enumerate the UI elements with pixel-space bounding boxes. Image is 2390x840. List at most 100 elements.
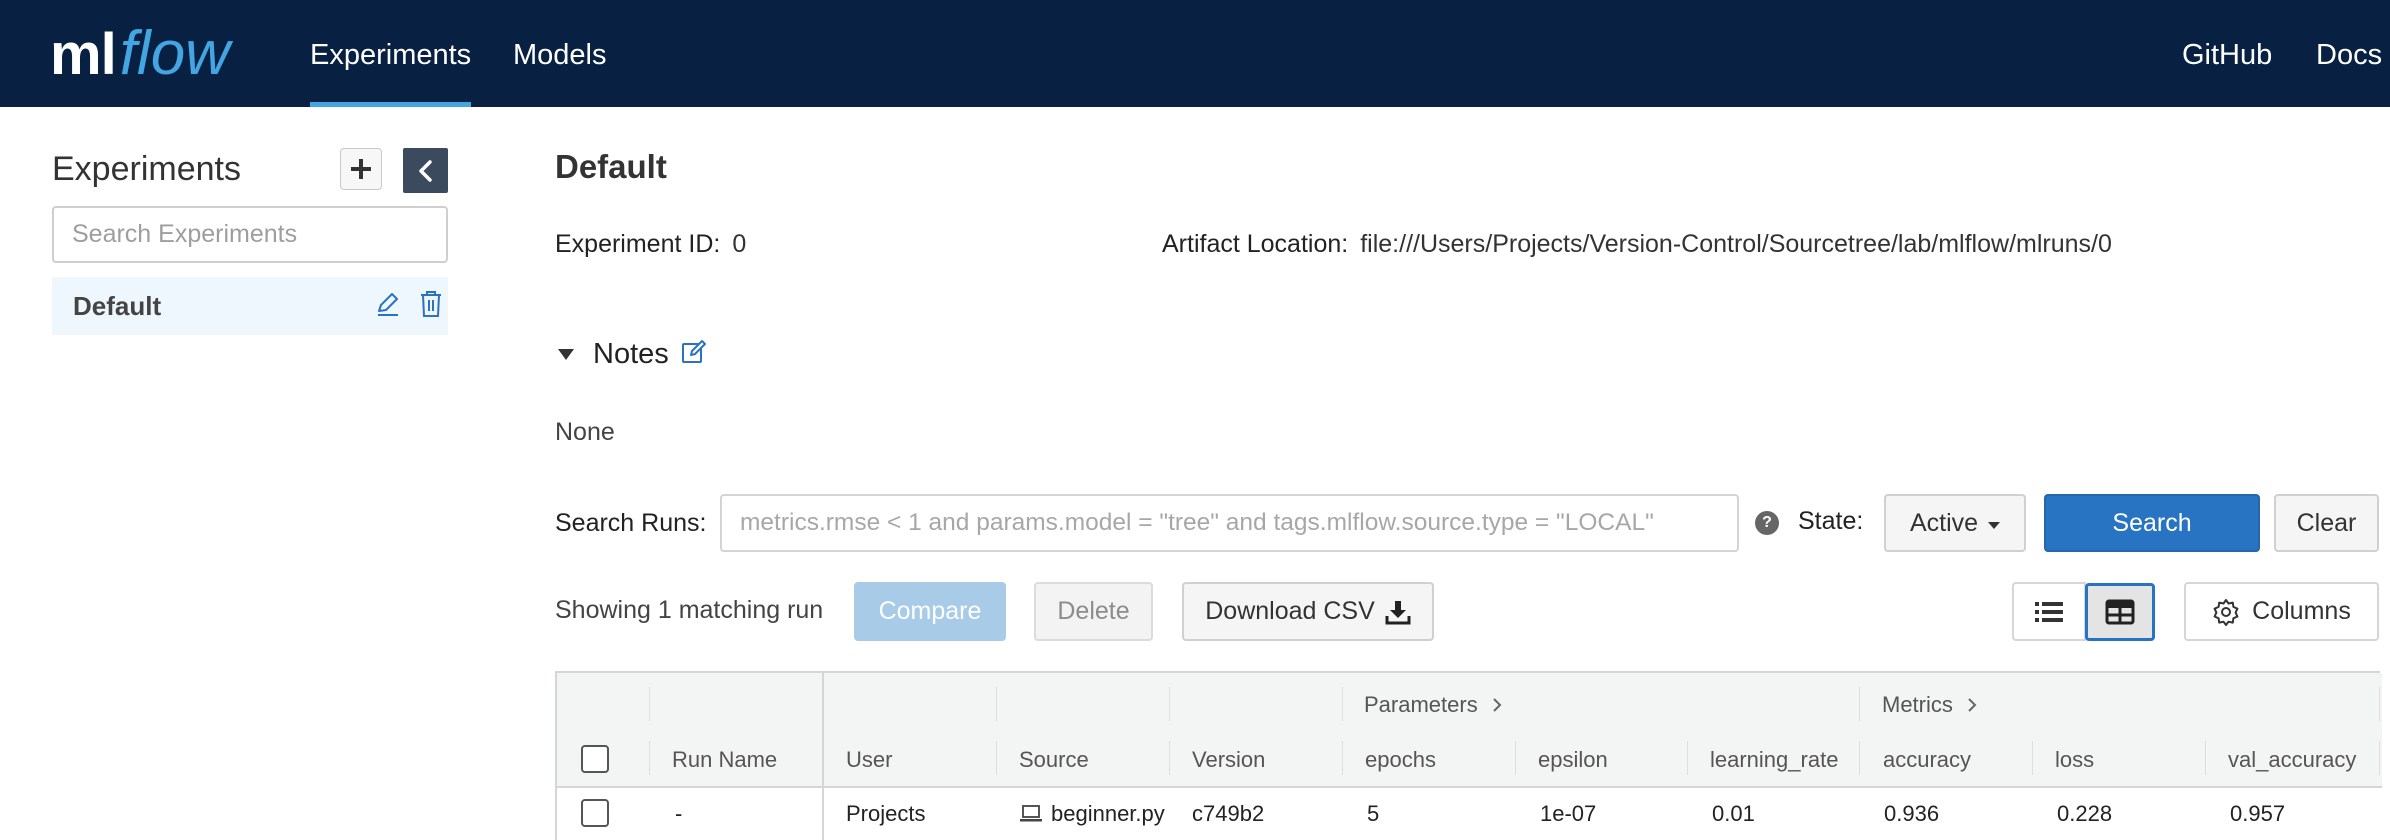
artifact-location: Artifact Location: file:///Users/Projects…: [1162, 230, 2112, 259]
search-experiments-input[interactable]: [52, 206, 448, 263]
table-header: [557, 673, 2382, 788]
nav-experiments[interactable]: Experiments: [310, 0, 472, 107]
experiment-id: Experiment ID: 0: [555, 230, 746, 259]
nav-github[interactable]: GitHub: [2182, 0, 2272, 107]
cell-val-accuracy: 0.957: [2230, 801, 2286, 826]
chevron-left-icon: [418, 159, 432, 182]
delete-button[interactable]: Delete: [1034, 582, 1153, 641]
column-header-val-accuracy[interactable]: val_accuracy: [2228, 747, 2356, 773]
chevron-right-icon: [1493, 698, 1502, 712]
parameters-group-header[interactable]: Parameters: [1364, 692, 1502, 718]
list-icon: [2035, 601, 2063, 622]
column-header-epsilon[interactable]: epsilon: [1538, 747, 1608, 773]
search-runs-label: Search Runs:: [555, 509, 707, 537]
download-icon: [1385, 600, 1411, 624]
cell-source-label: beginner.py: [1051, 801, 1165, 826]
column-divider: [996, 741, 997, 775]
nav-docs[interactable]: Docs: [2316, 0, 2382, 107]
column-divider: [2379, 741, 2380, 775]
download-csv-label: Download CSV: [1205, 597, 1375, 625]
runs-table: Parameters Metrics Run Name User Source …: [555, 671, 2382, 840]
cell-loss: 0.228: [2057, 801, 2113, 826]
column-divider: [649, 741, 650, 775]
page-title: Default: [555, 148, 667, 185]
metrics-group-header[interactable]: Metrics: [1882, 692, 1977, 718]
collapse-sidebar-button[interactable]: [403, 148, 448, 193]
column-header-learning-rate[interactable]: learning_rate: [1710, 747, 1838, 773]
notes-toggle[interactable]: Notes: [558, 338, 707, 371]
list-view-button[interactable]: [2012, 582, 2086, 641]
matching-runs-count: Showing 1 matching run: [555, 596, 824, 624]
clear-button[interactable]: Clear: [2274, 494, 2379, 552]
compare-button[interactable]: Compare: [854, 582, 1006, 641]
column-header-source[interactable]: Source: [1019, 747, 1089, 773]
delete-experiment-icon[interactable]: [419, 290, 443, 323]
column-divider: [1687, 741, 1688, 775]
logo-ml-text: ml: [50, 22, 117, 87]
caret-down-icon: [558, 349, 574, 360]
add-experiment-button[interactable]: [340, 148, 382, 190]
column-divider: [1859, 741, 1860, 775]
notes-label: Notes: [593, 338, 669, 370]
table-view-button[interactable]: [2085, 583, 2155, 641]
gear-icon: [2213, 598, 2239, 626]
parameters-group-label: Parameters: [1364, 692, 1478, 717]
download-csv-button[interactable]: Download CSV: [1182, 582, 1434, 641]
column-divider: [2205, 741, 2206, 775]
cell-epochs: 5: [1367, 801, 1380, 826]
plus-icon: [351, 159, 371, 179]
select-all-checkbox[interactable]: [581, 745, 609, 773]
column-divider: [1342, 741, 1343, 775]
cell-epsilon: 1e-07: [1540, 801, 1597, 826]
cell-source[interactable]: beginner.py: [1019, 801, 1165, 827]
chevron-right-icon: [1968, 698, 1977, 712]
column-divider: [1169, 741, 1170, 775]
caret-down-icon: [1988, 521, 2001, 529]
artifact-location-value: file:///Users/Projects/Version-Control/S…: [1360, 230, 2112, 258]
column-divider: [1859, 687, 1860, 721]
state-dropdown-value: Active: [1909, 508, 1979, 537]
columns-button[interactable]: Columns: [2184, 582, 2379, 641]
metrics-group-label: Metrics: [1882, 692, 1953, 717]
state-dropdown[interactable]: Active: [1884, 494, 2026, 552]
nav-models[interactable]: Models: [513, 0, 607, 107]
notes-content: None: [555, 418, 615, 446]
column-divider: [822, 673, 824, 840]
row-checkbox[interactable]: [581, 799, 609, 827]
column-header-epochs[interactable]: epochs: [1365, 747, 1436, 773]
cell-learning-rate: 0.01: [1712, 801, 1755, 826]
column-divider: [1169, 687, 1170, 721]
column-divider: [1342, 687, 1343, 721]
cell-accuracy: 0.936: [1884, 801, 1940, 826]
table-icon: [2105, 599, 2135, 625]
top-nav-bar: ml flow Experiments Models GitHub Docs: [0, 0, 2390, 107]
column-header-version[interactable]: Version: [1192, 747, 1265, 773]
sidebar-item-label: Default: [73, 291, 162, 321]
column-divider: [2379, 687, 2380, 721]
search-button[interactable]: Search: [2044, 494, 2260, 552]
sidebar-item-default[interactable]: Default: [52, 277, 448, 335]
logo-flow-text: flow: [119, 19, 230, 88]
column-header-loss[interactable]: loss: [2055, 747, 2094, 773]
edit-notes-icon[interactable]: [681, 339, 707, 370]
columns-label: Columns: [2252, 597, 2351, 625]
column-divider: [2032, 741, 2033, 775]
edit-experiment-icon[interactable]: [375, 291, 401, 322]
cell-run-name[interactable]: -: [675, 801, 682, 827]
sidebar-title: Experiments: [52, 150, 241, 188]
column-header-user[interactable]: User: [846, 747, 892, 773]
laptop-icon: [1020, 805, 1042, 822]
cell-user: Projects: [846, 801, 926, 826]
cell-version: c749b2: [1192, 801, 1265, 826]
help-icon[interactable]: ?: [1755, 511, 1779, 535]
mlflow-logo[interactable]: ml flow: [50, 12, 230, 96]
column-divider: [649, 687, 650, 721]
column-header-accuracy[interactable]: accuracy: [1883, 747, 1971, 773]
column-divider: [996, 687, 997, 721]
column-divider: [1515, 741, 1516, 775]
state-label: State:: [1798, 507, 1864, 535]
column-header-run-name[interactable]: Run Name: [672, 747, 777, 773]
artifact-location-label: Artifact Location:: [1162, 230, 1349, 258]
search-runs-input[interactable]: [720, 494, 1739, 552]
experiment-id-label: Experiment ID:: [555, 230, 721, 258]
